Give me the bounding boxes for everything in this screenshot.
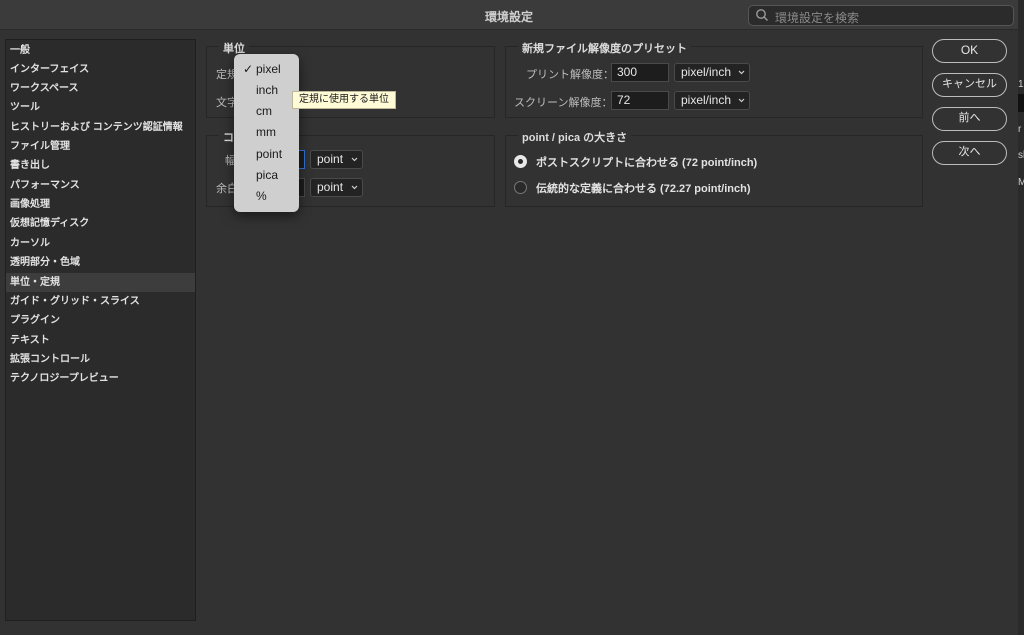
background-text: r (1018, 124, 1022, 135)
background-text: sl (1018, 150, 1024, 161)
ruler-unit-dropdown-menu: ✓ pixel inch cm mm point pica % (234, 54, 299, 212)
print-resolution-input[interactable]: 300 (611, 63, 669, 82)
prev-button[interactable]: 前へ (932, 107, 1007, 131)
sidebar-item-history[interactable]: ヒストリーおよび コンテンツ認証情報 (6, 118, 195, 137)
search-field[interactable]: 環境設定を検索 (748, 5, 1014, 26)
background-text: Ma (1018, 177, 1024, 188)
menu-item-mm[interactable]: mm (234, 122, 299, 143)
preferences-dialog: 環境設定 環境設定を検索 一般 インターフェイス ワークスペース ツール ヒスト… (0, 0, 1018, 635)
resolution-presets-group: 新規ファイル解像度のプリセット プリント解像度： 300 pixel/inch … (505, 40, 923, 118)
screen-resolution-label: スクリーン解像度： (514, 97, 613, 109)
chevron-down-icon (351, 185, 358, 190)
sidebar-item-transparency[interactable]: 透明部分・色域 (6, 253, 195, 272)
sidebar-item-type[interactable]: テキスト (6, 331, 195, 350)
sidebar-item-plugins[interactable]: プラグイン (6, 311, 195, 330)
chevron-down-icon (351, 157, 358, 162)
title-bar: 環境設定 環境設定を検索 (0, 0, 1018, 30)
background-panel-block (1018, 94, 1024, 112)
sidebar-item-performance[interactable]: パフォーマンス (6, 176, 195, 195)
search-icon (756, 9, 768, 21)
gutter-unit: point (317, 180, 344, 194)
sidebar-item-image-processing[interactable]: 画像処理 (6, 195, 195, 214)
sidebar-item-interface[interactable]: インターフェイス (6, 60, 195, 79)
search-placeholder: 環境設定を検索 (775, 11, 860, 25)
gutter-unit-select[interactable]: point (310, 178, 363, 197)
sidebar-item-units-rulers[interactable]: 単位・定規 (6, 273, 195, 292)
menu-item-percent[interactable]: % (234, 186, 299, 207)
checkmark-icon: ✓ (243, 62, 254, 76)
menu-item-cm[interactable]: cm (234, 101, 299, 122)
print-resolution-unit-select[interactable]: pixel/inch (674, 63, 750, 82)
screen-resolution-unit: pixel/inch (681, 93, 732, 107)
print-resolution-unit: pixel/inch (681, 65, 732, 79)
menu-item-label: pixel (256, 62, 281, 76)
sidebar-item-workspace[interactable]: ワークスペース (6, 79, 195, 98)
next-button[interactable]: 次へ (932, 141, 1007, 165)
column-width-unit: point (317, 152, 344, 166)
print-resolution-label: プリント解像度： (526, 69, 614, 81)
sidebar-item-file-handling[interactable]: ファイル管理 (6, 137, 195, 156)
screen-resolution-input[interactable]: 72 (611, 91, 669, 110)
cancel-button[interactable]: キャンセル (932, 73, 1007, 97)
postscript-label[interactable]: ポストスクリプトに合わせる (72 point/inch) (536, 154, 757, 170)
sidebar-item-technology-previews[interactable]: テクノロジープレビュー (6, 369, 195, 388)
menu-item-pica[interactable]: pica (234, 165, 299, 186)
sidebar-item-export[interactable]: 書き出し (6, 156, 195, 175)
traditional-label[interactable]: 伝統的な定義に合わせる (72.27 point/inch) (536, 180, 751, 196)
category-sidebar: 一般 インターフェイス ワークスペース ツール ヒストリーおよび コンテンツ認証… (5, 39, 196, 621)
column-width-unit-select[interactable]: point (310, 150, 363, 169)
postscript-radio[interactable] (514, 155, 527, 168)
point-pica-legend: point / pica の大きさ (518, 129, 632, 145)
sidebar-item-enhanced-controls[interactable]: 拡張コントロール (6, 350, 195, 369)
screen-resolution-unit-select[interactable]: pixel/inch (674, 91, 750, 110)
sidebar-item-tools[interactable]: ツール (6, 98, 195, 117)
sidebar-item-cursors[interactable]: カーソル (6, 234, 195, 253)
chevron-down-icon (738, 70, 745, 75)
menu-item-inch[interactable]: inch (234, 80, 299, 101)
traditional-radio[interactable] (514, 181, 527, 194)
background-text: 1( (1018, 79, 1024, 90)
ok-button[interactable]: OK (932, 39, 1007, 63)
menu-item-pixel[interactable]: ✓ pixel (234, 59, 299, 80)
menu-item-point[interactable]: point (234, 144, 299, 165)
sidebar-item-general[interactable]: 一般 (6, 41, 195, 60)
sidebar-item-guides-grid[interactable]: ガイド・グリッド・スライス (6, 292, 195, 311)
sidebar-item-scratch-disks[interactable]: 仮想記憶ディスク (6, 214, 195, 233)
tooltip: 定規に使用する単位 (292, 91, 396, 109)
presets-legend: 新規ファイル解像度のプリセット (518, 40, 691, 56)
chevron-down-icon (738, 98, 745, 103)
point-pica-size-group: point / pica の大きさ ポストスクリプトに合わせる (72 poin… (505, 129, 923, 207)
